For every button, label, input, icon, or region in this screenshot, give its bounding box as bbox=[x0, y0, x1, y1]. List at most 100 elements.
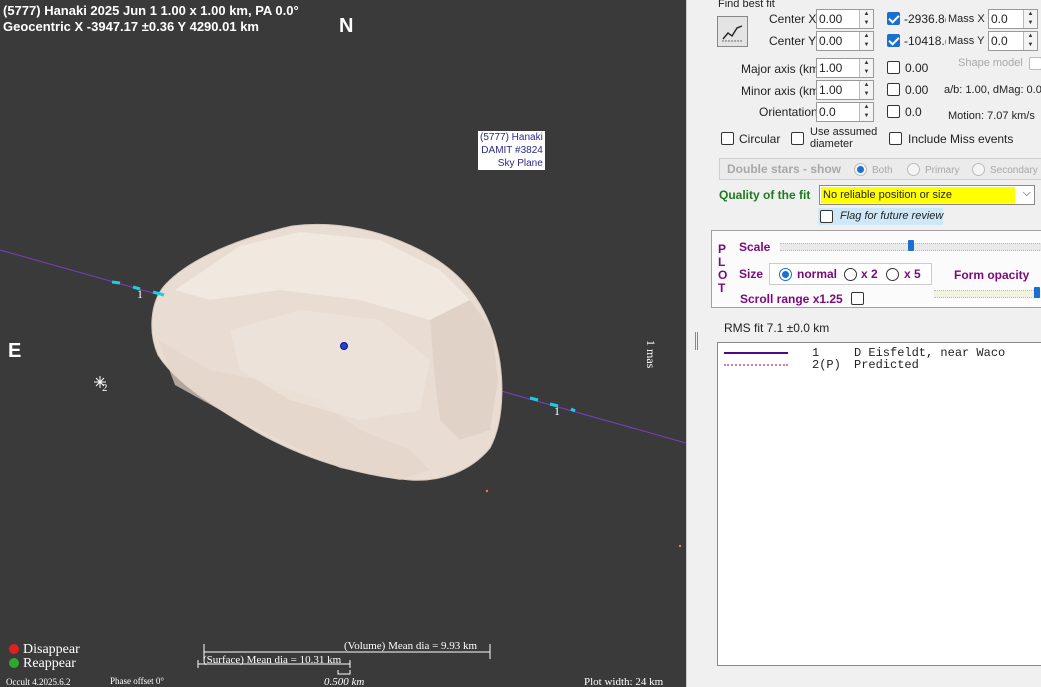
major-axis-result: 0.00 bbox=[905, 61, 929, 75]
legend-disappear: Disappear bbox=[9, 642, 80, 657]
fit-major-axis-checkbox[interactable] bbox=[887, 61, 900, 74]
volume-mean-diameter: (Volume) Mean dia = 9.93 km bbox=[344, 640, 478, 652]
double-stars-group: Double stars - show Both Primary Seconda… bbox=[719, 158, 1041, 180]
find-best-fit-button[interactable] bbox=[717, 16, 748, 47]
primary-radio[interactable] bbox=[907, 163, 920, 176]
spin-arrows-icon[interactable]: ▲ ▼ bbox=[859, 10, 873, 28]
minor-axis-result: 0.00 bbox=[905, 83, 929, 97]
both-radio[interactable] bbox=[854, 163, 867, 176]
minor-axis-label: Minor axis (km) bbox=[741, 84, 824, 98]
spin-arrows-icon[interactable]: ▲ ▼ bbox=[1023, 32, 1037, 50]
quality-fit-label: Quality of the fit bbox=[719, 188, 811, 202]
observed-chord-line-icon bbox=[724, 352, 788, 354]
predicted-dot bbox=[678, 544, 682, 548]
center-y-input[interactable]: 0.00 ▲ ▼ bbox=[816, 31, 874, 51]
mass-y-label: Mass Y bbox=[948, 35, 985, 47]
fit-y-value: -10418.( bbox=[904, 34, 946, 48]
circular-checkbox[interactable] bbox=[721, 132, 734, 145]
model-label-plane: Sky Plane bbox=[497, 158, 543, 169]
observer-list[interactable]: 1 D Eisfeldt, near Waco 2(P) Predicted bbox=[717, 342, 1041, 666]
double-stars-label: Double stars - show bbox=[727, 162, 842, 176]
spin-arrows-icon[interactable]: ▲ ▼ bbox=[1023, 10, 1037, 28]
fit-graph-icon bbox=[722, 25, 743, 42]
flag-review-checkbox[interactable] bbox=[820, 210, 833, 223]
scroll-range-checkbox[interactable] bbox=[851, 292, 864, 305]
disappear-dot-icon bbox=[9, 644, 19, 654]
occultation-plot[interactable]: (5777) Hanaki 2025 Jun 1 1.00 x 1.00 km,… bbox=[0, 0, 686, 687]
splitter-grip-icon[interactable] bbox=[695, 332, 698, 350]
both-label: Both bbox=[872, 165, 893, 176]
ab-dmag-label: a/b: 1.00, dMag: 0.0 bbox=[944, 84, 1041, 96]
observer-row-2[interactable]: 2(P) Predicted bbox=[718, 358, 1041, 372]
plot-header-coordinates: Geocentric X -3947.17 ±0.36 Y 4290.01 km bbox=[3, 19, 259, 34]
scale-bar-label: 0.500 km bbox=[324, 676, 365, 687]
mass-x-input[interactable]: 0.0 ▲ ▼ bbox=[988, 9, 1038, 29]
quality-fit-select[interactable]: No reliable position or size ⌵ bbox=[819, 185, 1035, 205]
circular-label: Circular bbox=[739, 132, 781, 146]
center-x-label: Center X bbox=[769, 12, 817, 26]
plot-settings-group: P L O T Scale Size normal x 2 x 5 Form o… bbox=[711, 230, 1041, 308]
size-normal-label: normal bbox=[797, 267, 838, 281]
flag-review-group: Flag for future review bbox=[818, 208, 943, 225]
primary-label: Primary bbox=[925, 165, 960, 176]
secondary-radio[interactable] bbox=[972, 163, 985, 176]
form-opacity-slider[interactable] bbox=[934, 290, 1041, 298]
spin-arrows-icon[interactable]: ▲ ▼ bbox=[859, 103, 873, 121]
plot-canvas bbox=[0, 223, 686, 675]
form-opacity-slider-thumb[interactable] bbox=[1034, 287, 1040, 298]
plot-width-label: Plot width: 24 km bbox=[584, 676, 664, 687]
scale-slider-thumb[interactable] bbox=[908, 240, 914, 251]
rms-fit-label: RMS fit 7.1 ±0.0 km bbox=[724, 321, 830, 335]
scroll-range-label: Scroll range x1.25 bbox=[740, 292, 843, 306]
secondary-label: Secondary bbox=[990, 165, 1038, 176]
angular-scale-label: 1 mas bbox=[644, 340, 658, 369]
minor-axis-input[interactable]: 1.00 ▲ ▼ bbox=[816, 80, 874, 100]
spin-arrows-icon[interactable]: ▲ ▼ bbox=[859, 59, 873, 77]
orientation-input[interactable]: 0.0 ▲ ▼ bbox=[816, 102, 874, 122]
mass-y-input[interactable]: 0.0 ▲ ▼ bbox=[988, 31, 1038, 51]
size-normal-radio[interactable] bbox=[779, 268, 792, 281]
size-label: Size bbox=[739, 267, 764, 281]
quality-fit-value: No reliable position or size bbox=[821, 187, 1015, 203]
fit-minor-axis-checkbox[interactable] bbox=[887, 83, 900, 96]
asteroid-shape-model bbox=[151, 223, 503, 481]
plot-header-title: (5777) Hanaki 2025 Jun 1 1.00 x 1.00 km,… bbox=[3, 3, 299, 18]
shape-model-label: (5777) Hanaki DAMIT #3824 Sky Plane bbox=[478, 131, 545, 170]
size-radio-group: normal x 2 x 5 bbox=[769, 263, 932, 285]
find-best-fit-label: Find best fit bbox=[718, 0, 775, 10]
use-assumed-diameter-checkbox[interactable] bbox=[791, 132, 804, 145]
model-label-asteroid: (5777) Hanaki bbox=[480, 132, 543, 143]
version-label: Occult 4.2025.6.2 bbox=[6, 677, 71, 687]
observer-name: Predicted bbox=[854, 358, 919, 372]
size-x5-radio[interactable] bbox=[886, 268, 899, 281]
mass-x-label: Mass X bbox=[948, 13, 985, 25]
flag-review-label: Flag for future review bbox=[840, 210, 944, 222]
include-miss-label: Include Miss events bbox=[908, 132, 1014, 146]
chord-label-right: 1 bbox=[554, 404, 560, 418]
center-x-input[interactable]: 0.00 ▲ ▼ bbox=[816, 9, 874, 29]
spin-arrows-icon[interactable]: ▲ ▼ bbox=[859, 81, 873, 99]
chevron-down-icon[interactable]: ⌵ bbox=[1023, 187, 1031, 200]
size-x2-radio[interactable] bbox=[844, 268, 857, 281]
shape-model-checkbox[interactable] bbox=[1029, 57, 1041, 70]
fit-orientation-checkbox[interactable] bbox=[887, 105, 900, 118]
size-x5-label: x 5 bbox=[904, 267, 921, 281]
surface-mean-diameter: (Surface) Mean dia = 10.31 km bbox=[203, 654, 342, 666]
spin-arrows-icon[interactable]: ▲ ▼ bbox=[859, 32, 873, 50]
fit-x-checkbox[interactable] bbox=[887, 12, 900, 25]
major-axis-label: Major axis (km) bbox=[741, 62, 824, 76]
fit-x-value: -2936.8( bbox=[904, 12, 946, 26]
phase-offset-label: Phase offset 0° bbox=[110, 676, 164, 686]
size-x2-label: x 2 bbox=[861, 267, 878, 281]
predicted-dot bbox=[485, 489, 489, 493]
scale-label: Scale bbox=[739, 240, 771, 254]
panel-splitter[interactable] bbox=[686, 0, 710, 687]
orientation-result: 0.0 bbox=[905, 105, 922, 119]
observer-number: 2(P) bbox=[812, 358, 841, 372]
plot-vertical-label: P L O T bbox=[718, 242, 728, 295]
fit-y-checkbox[interactable] bbox=[887, 34, 900, 47]
north-indicator: N bbox=[339, 15, 354, 37]
major-axis-input[interactable]: 1.00 ▲ ▼ bbox=[816, 58, 874, 78]
use-assumed-diameter-label: Use assumed diameter bbox=[810, 126, 878, 150]
include-miss-checkbox[interactable] bbox=[889, 132, 902, 145]
